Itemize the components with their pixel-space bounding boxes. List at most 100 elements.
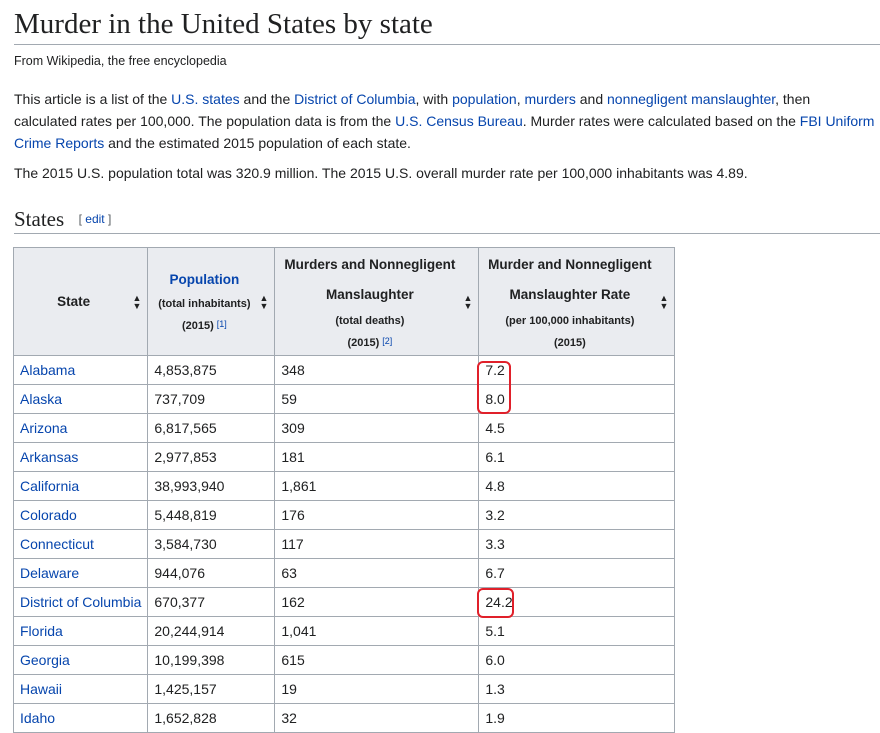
population-cell: 737,709	[147, 384, 276, 414]
rate-cell: 1.3	[478, 674, 676, 704]
sort-icon[interactable]: ▲ ▼	[132, 293, 141, 310]
population-cell: 4,853,875	[147, 355, 276, 385]
state-link[interactable]: Alabama	[20, 362, 75, 378]
ref-link[interactable]: [1]	[217, 319, 227, 329]
header-label-line1: Murder and Nonnegligent	[488, 256, 652, 272]
sort-icon[interactable]: ▲ ▼	[259, 293, 268, 310]
population-cell: 1,652,828	[147, 703, 276, 733]
table-row: Hawaii 1,425,157 19 1.3	[12, 674, 676, 704]
states-table: State ▲ ▼ Population (total inhabitants) …	[12, 247, 676, 733]
state-cell[interactable]: Florida	[12, 616, 149, 646]
state-link[interactable]: Idaho	[20, 710, 55, 726]
page-title: Murder in the United States by state	[14, 4, 880, 45]
header-subtitle: (per 100,000 inhabitants)	[505, 314, 635, 327]
murders-cell: 117	[274, 529, 480, 559]
table-row: Arizona 6,817,565 309 4.5	[12, 413, 676, 443]
state-cell[interactable]: Arkansas	[12, 442, 149, 472]
rate-cell: 4.5	[478, 413, 676, 443]
population-cell: 2,977,853	[147, 442, 276, 472]
state-cell[interactable]: Alaska	[12, 384, 149, 414]
murders-cell: 63	[274, 558, 480, 588]
column-header-state[interactable]: State ▲ ▼	[12, 247, 149, 356]
rate-cell: 3.2	[478, 500, 676, 530]
header-label-line2: Manslaughter Rate	[509, 286, 631, 302]
state-link[interactable]: Hawaii	[20, 681, 62, 697]
state-link[interactable]: Connecticut	[20, 536, 94, 552]
link-population[interactable]: population	[452, 91, 517, 107]
state-link[interactable]: Florida	[20, 623, 63, 639]
table-row: Connecticut 3,584,730 117 3.3	[12, 529, 676, 559]
intro-text: , with	[415, 91, 453, 107]
state-link[interactable]: Delaware	[20, 565, 79, 581]
link-census-bureau[interactable]: U.S. Census Bureau	[395, 113, 523, 129]
state-cell[interactable]: Colorado	[12, 500, 149, 530]
table-row: Alabama 4,853,875 348 7.2	[12, 355, 676, 385]
header-year: (2015) [1]	[154, 315, 254, 337]
table-row: Georgia 10,199,398 615 6.0	[12, 645, 676, 675]
table-row: Idaho 1,652,828 32 1.9	[12, 703, 676, 733]
link-us-states[interactable]: U.S. states	[171, 91, 239, 107]
sort-icon[interactable]: ▲ ▼	[463, 293, 472, 310]
state-link[interactable]: Alaska	[20, 391, 62, 407]
state-link[interactable]: Arizona	[20, 420, 67, 436]
state-link[interactable]: District of Columbia	[20, 594, 141, 610]
intro-text: and	[575, 91, 607, 107]
murders-cell: 176	[274, 500, 480, 530]
table-row: California 38,993,940 1,861 4.8	[12, 471, 676, 501]
link-district-of-columbia[interactable]: District of Columbia	[294, 91, 415, 107]
murders-cell: 32	[274, 703, 480, 733]
sort-icon[interactable]: ▲ ▼	[659, 293, 668, 310]
state-link[interactable]: California	[20, 478, 79, 494]
population-cell: 10,199,398	[147, 645, 276, 675]
population-cell: 670,377	[147, 587, 276, 617]
intro-text: and the	[239, 91, 295, 107]
murders-cell: 348	[274, 355, 480, 385]
population-header-link[interactable]: Population	[154, 267, 254, 293]
table-row: Arkansas 2,977,853 181 6.1	[12, 442, 676, 472]
murders-cell: 309	[274, 413, 480, 443]
header-year: (2015)	[553, 336, 586, 349]
state-link[interactable]: Georgia	[20, 652, 70, 668]
column-header-rate[interactable]: Murder and Nonnegligent Manslaughter Rat…	[478, 247, 676, 356]
table-row: District of Columbia 670,377 162 24.2	[12, 587, 676, 617]
table-row: Florida 20,244,914 1,041 5.1	[12, 616, 676, 646]
summary-paragraph: The 2015 U.S. population total was 320.9…	[14, 165, 748, 181]
state-cell[interactable]: District of Columbia	[12, 587, 149, 617]
highlight-box	[477, 361, 511, 414]
population-cell: 3,584,730	[147, 529, 276, 559]
header-label: State	[57, 293, 91, 309]
state-cell[interactable]: Idaho	[12, 703, 149, 733]
tagline: From Wikipedia, the free encyclopedia	[14, 54, 227, 68]
section-heading-text: States	[14, 207, 65, 231]
header-year: (2015) [2]	[281, 332, 458, 354]
header-subtitle: (total deaths)	[335, 314, 405, 327]
intro-text: This article is a list of the	[14, 91, 172, 107]
population-cell: 1,425,157	[147, 674, 276, 704]
year-text: (2015)	[347, 336, 383, 349]
column-header-population[interactable]: Population (total inhabitants) (2015) [1…	[147, 247, 276, 356]
section-heading-states: States [ edit ]	[14, 205, 880, 234]
table-row: Colorado 5,448,819 176 3.2	[12, 500, 676, 530]
population-cell: 38,993,940	[147, 471, 276, 501]
murders-cell: 615	[274, 645, 480, 675]
state-cell[interactable]: Arizona	[12, 413, 149, 443]
state-cell[interactable]: California	[12, 471, 149, 501]
link-nonnegligent-manslaughter[interactable]: nonnegligent manslaughter	[607, 91, 775, 107]
column-header-murders[interactable]: Murders and Nonnegligent Manslaughter (t…	[274, 247, 480, 356]
table-row: Alaska 737,709 59 8.0	[12, 384, 676, 414]
state-link[interactable]: Arkansas	[20, 449, 78, 465]
header-subtitle: (total inhabitants)	[158, 297, 251, 310]
state-cell[interactable]: Connecticut	[12, 529, 149, 559]
state-link[interactable]: Colorado	[20, 507, 77, 523]
population-cell: 5,448,819	[147, 500, 276, 530]
rate-cell: 4.8	[478, 471, 676, 501]
ref-link[interactable]: [2]	[382, 336, 392, 346]
state-cell[interactable]: Hawaii	[12, 674, 149, 704]
rate-cell: 6.1	[478, 442, 676, 472]
rate-cell: 5.1	[478, 616, 676, 646]
state-cell[interactable]: Alabama	[12, 355, 149, 385]
edit-link[interactable]: edit	[85, 212, 104, 226]
state-cell[interactable]: Delaware	[12, 558, 149, 588]
link-murders[interactable]: murders	[525, 91, 576, 107]
state-cell[interactable]: Georgia	[12, 645, 149, 675]
